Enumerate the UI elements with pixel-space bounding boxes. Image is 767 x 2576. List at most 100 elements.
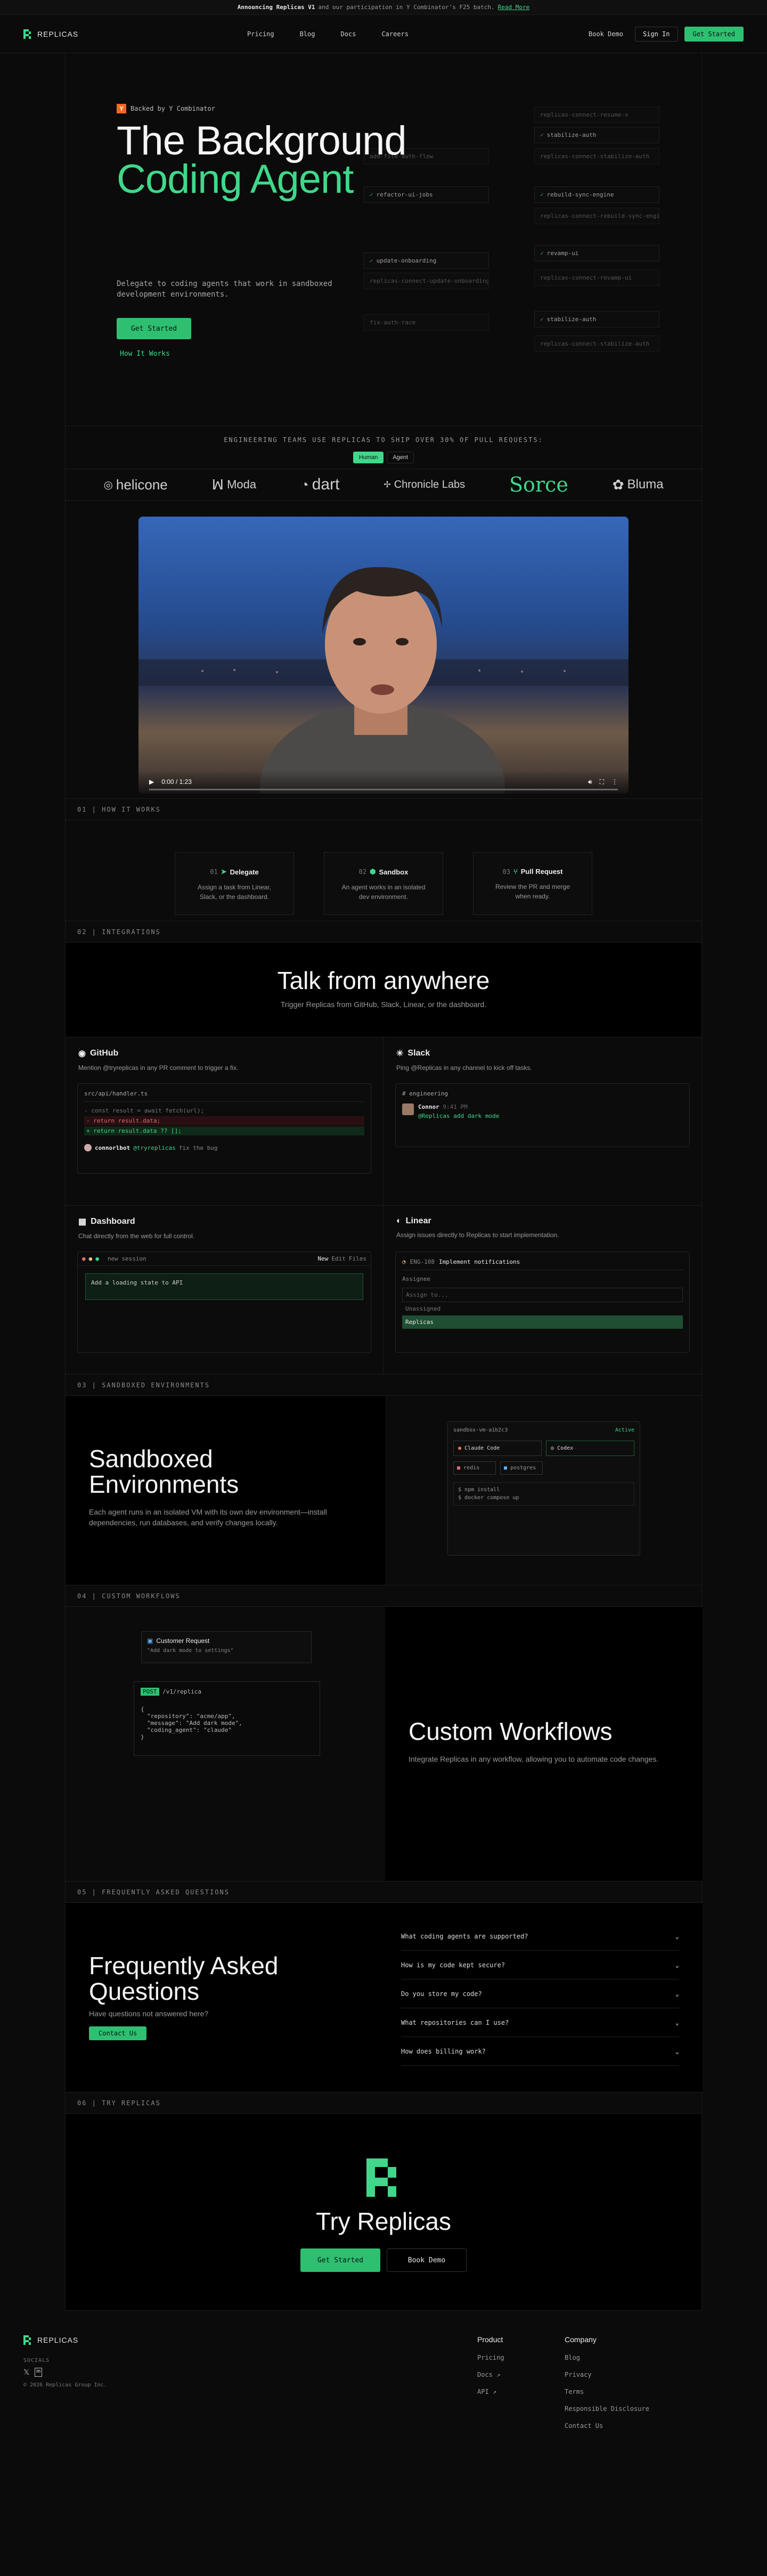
section-label-faq: 05 | FREQUENTLY ASKED QUESTIONS [66,1882,701,1903]
window-dot-icon: ● [95,1255,99,1262]
faq-item[interactable]: What repositories can I use? ⌄ [401,2008,679,2037]
sign-in-button[interactable]: Sign In [634,26,678,42]
human-agent-toggle: Human Agent [66,452,701,463]
footer-link[interactable]: Blog [565,2349,649,2366]
task-card: replicas-connect-revamp-ui [534,269,659,286]
footer-brand-name: REPLICAS [37,2336,79,2344]
talk-subtitle: Trigger Replicas from GitHub, Slack, Lin… [280,1000,487,1009]
x-icon[interactable]: 𝕏 [23,2368,29,2377]
volume-icon[interactable]: 🔊︎ [588,778,592,786]
linear-mock: ◔ ENG-108 Implement notifications Assign… [395,1252,690,1353]
how-it-works-link[interactable]: How It Works [120,350,415,358]
video-progress-track[interactable] [149,789,618,790]
card-title: GitHub [89,1049,119,1058]
try-get-started-button[interactable]: Get Started [300,2248,380,2272]
assignee-search[interactable]: Assign to... [402,1288,683,1302]
replicas-logo-icon [23,29,31,39]
fullscreen-icon[interactable]: ⛶ [600,778,604,786]
toggle-agent[interactable]: Agent [387,452,414,463]
dashboard-new[interactable]: New [318,1255,329,1262]
brand-name: REPLICAS [37,29,79,38]
dashboard-files[interactable]: Files [349,1255,366,1262]
try-actions: Get Started Book Demo [66,2248,701,2272]
task-card: ✓ stabilize-auth [534,127,659,143]
task-name: replicas-connect-stabilize-auth [540,340,650,347]
footer-link[interactable]: Privacy [565,2366,649,2383]
card-desc: Mention @tryreplicas in any PR comment t… [78,1064,239,1072]
step-card-pull-request: 03 ⑂ Pull Request Review the PR and merge … [473,852,592,915]
contact-us-button[interactable]: Contact Us [89,2026,147,2040]
pr-comment: connorlbot @tryreplicas fix the bug [84,1144,364,1151]
nav-get-started-button[interactable]: Get Started [684,26,744,42]
task-card: replicas-connect-resume-x [534,107,659,123]
faq-question: What coding agents are supported? [401,1932,528,1940]
redis-icon: ■ [457,1465,461,1471]
footer-link[interactable]: Pricing [477,2349,504,2366]
footer-link[interactable]: Docs ↗ [477,2366,504,2383]
hero-get-started-button[interactable]: Get Started [117,318,191,339]
workflows-visual: ▣ Customer Request "Add dark mode to sett… [66,1607,385,1881]
backed-by-text: Backed by Y Combinator [130,105,215,112]
nav-link-docs[interactable]: Docs [340,30,356,38]
faq-item[interactable]: Do you store my code? ⌄ [401,1980,679,2008]
book-demo-link[interactable]: Book Demo [589,30,623,38]
more-options-icon[interactable]: ⋮ [611,778,618,786]
announcement-bar: Announcing Replicas V1 and our participa… [0,0,767,15]
footer-company: Company Blog Privacy Terms Responsible D… [565,2335,649,2434]
hero-content: Y Backed by Y Combinator The Background … [117,104,415,358]
logo-chronicle: ✢ Chronicle Labs [384,479,465,491]
footer-link[interactable]: Responsible Disclosure [565,2400,649,2417]
faq-item[interactable]: How does billing work? ⌄ [401,2037,679,2066]
slack-card: ✳ Slack Ping @Replicas in any channel to … [384,1037,701,1206]
window-dot-icon: ● [82,1255,86,1262]
section-label-try: 06 | TRY REPLICAS [66,2092,701,2114]
integration-grid: ◉ GitHub Mention @tryreplicas in any PR c… [66,1037,701,1375]
faq-subtitle: Have questions not answered here? [89,2009,209,2018]
linear-issue: ◔ ENG-108 Implement notifications [402,1258,683,1270]
avatar [402,1103,414,1115]
logo-text: Chronicle Labs [394,478,466,490]
steps-row: 01 ➤ Delegate Assign a task from Linear, S… [66,820,701,921]
section-label-workflows: 04 | CUSTOM WORKFLOWS [66,1585,701,1607]
task-card: ✓ rebuild-sync-engine [534,186,659,203]
dashboard-card: ▦ Dashboard Chat directly from the web fo… [66,1206,384,1374]
comment-mention: @tryreplicas [133,1144,176,1151]
assignee-option[interactable]: Unassigned [402,1302,683,1315]
brand-logo[interactable]: REPLICAS [23,29,78,39]
page-frame: replicas-connect-resume-x ✓ stabilize-aut… [65,53,703,2311]
card-title: Linear [405,1216,431,1225]
footer-link[interactable]: Terms [565,2383,649,2400]
footer-link[interactable]: Contact Us [565,2417,649,2434]
dashboard-tab[interactable]: new session [108,1255,146,1262]
nav-link-blog[interactable]: Blog [300,30,315,38]
section-label-integrations: 02 | INTEGRATIONS [66,921,701,943]
assignee-option-replicas[interactable]: Replicas [402,1315,683,1329]
hero-title-line-1: The Background [117,118,407,163]
step-title: Sandbox [379,868,409,876]
step-card-delegate: 01 ➤ Delegate Assign a task from Linear, S… [175,852,294,915]
dashboard-header: ● ● ● new session New Edit Files [78,1252,371,1266]
faq-item[interactable]: What coding agents are supported? ⌄ [401,1922,679,1951]
workflows-title: Custom Workflows [409,1718,613,1745]
talk-banner: Talk from anywhere Trigger Replicas from… [66,943,701,1037]
linkedin-icon[interactable]: in [35,2368,43,2377]
agent-label: Claude Code [464,1445,500,1451]
dashboard-edit[interactable]: Edit [331,1255,346,1262]
card-desc: Ping @Replicas in any channel to kick of… [396,1064,532,1072]
service-postgres: ■ postgres [500,1461,543,1475]
sandbox-desc: Each agent runs in an isolated VM with i… [89,1508,327,1527]
demo-video[interactable]: ▶ 0:00 / 1:23 🔊︎ ⛶ ⋮ [138,517,629,794]
agent-label: Codex [557,1445,574,1451]
diff-line-added: + return result.data ?? []; [84,1126,364,1135]
step-title: Pull Request [520,868,563,876]
nav-link-pricing[interactable]: Pricing [247,30,274,38]
task-card: ✓ stabilize-auth [534,311,659,328]
announcement-title: Announcing Replicas V1 [237,4,315,11]
play-icon[interactable]: ▶ [149,778,154,786]
nav-link-careers[interactable]: Careers [381,30,409,38]
footer-link[interactable]: API ↗ [477,2383,504,2400]
toggle-human[interactable]: Human [353,452,384,463]
faq-item[interactable]: How is my code kept secure? ⌄ [401,1951,679,1980]
announcement-link[interactable]: Read More [498,4,530,11]
try-book-demo-button[interactable]: Book Demo [387,2248,467,2272]
